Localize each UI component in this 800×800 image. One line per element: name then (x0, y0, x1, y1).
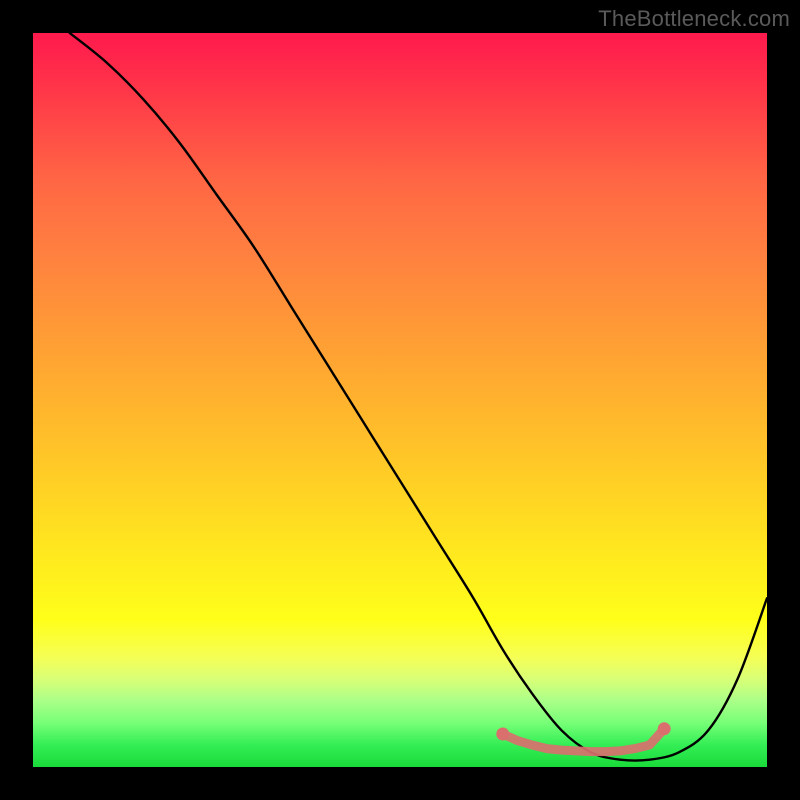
curve-layer (33, 33, 767, 767)
good-fit-dot (496, 728, 509, 741)
good-fit-dot (658, 722, 671, 735)
good-fit-markers (496, 722, 670, 751)
bottleneck-curve (70, 33, 767, 761)
plot-area (33, 33, 767, 767)
chart-container: TheBottleneck.com (0, 0, 800, 800)
good-fit-stroke (503, 729, 664, 752)
watermark-label: TheBottleneck.com (598, 6, 790, 32)
